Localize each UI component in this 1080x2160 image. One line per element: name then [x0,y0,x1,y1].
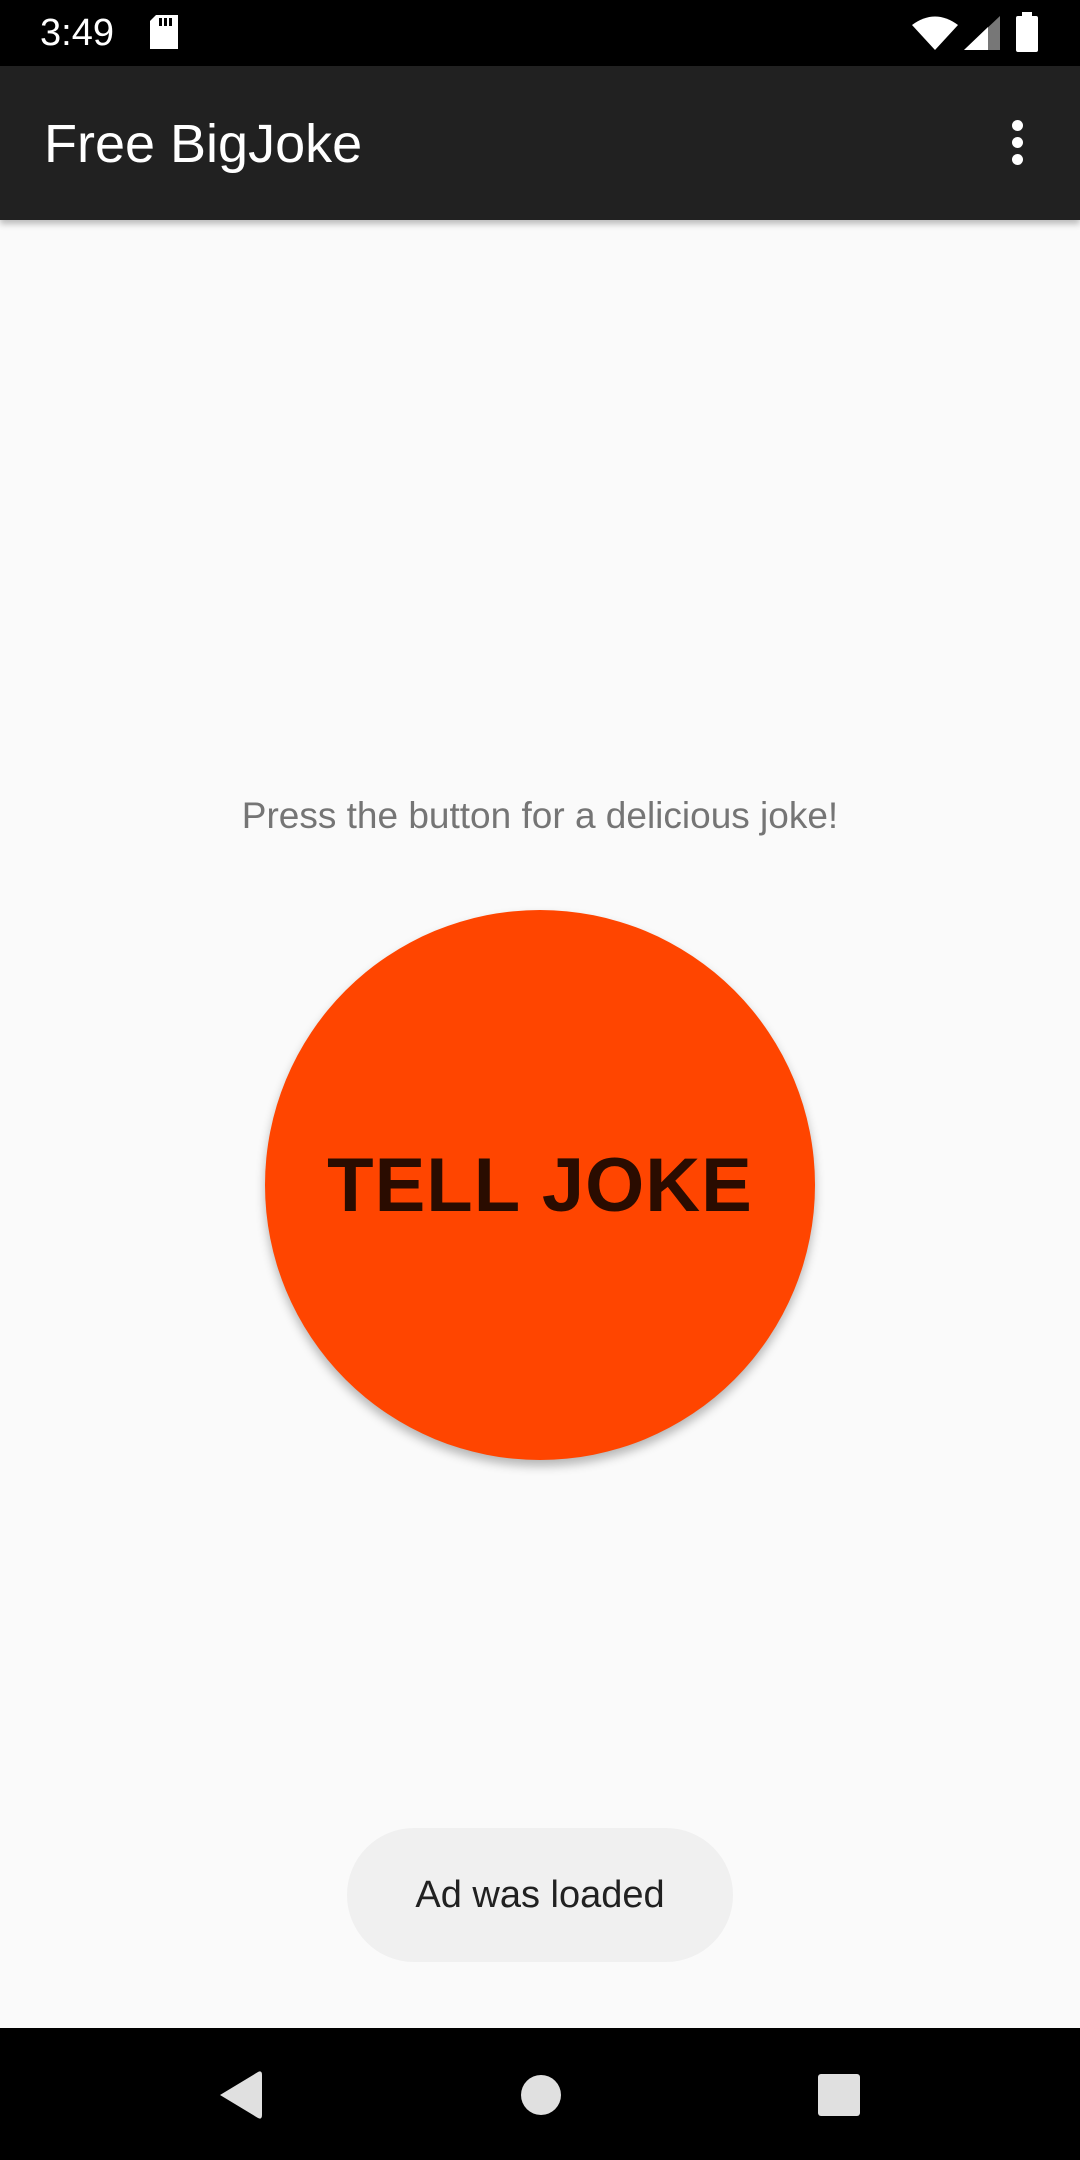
more-vert-icon-dot [1012,154,1023,165]
more-vert-icon [1012,120,1023,131]
wifi-icon [912,16,958,55]
status-time: 3:49 [40,12,114,54]
more-options-button[interactable] [990,106,1046,178]
status-bar: 3:49 [0,0,1080,66]
joke-prompt-text: Press the button for a delicious joke! [241,795,839,836]
signal-icon [964,16,1000,55]
battery-icon [1016,12,1038,57]
toast: Ad was loaded [347,1828,733,1962]
app-bar: Free BigJoke [0,66,1080,220]
recents-icon[interactable] [818,2074,860,2121]
back-icon[interactable] [216,2070,262,2125]
screen: 3:49 Free BigJoke Press the button for a… [0,0,1080,2160]
sd-card-icon [150,15,178,54]
tell-joke-button-label: TELL JOKE [327,1142,753,1228]
tell-joke-button[interactable]: TELL JOKE [265,910,815,1460]
app-title: Free BigJoke [44,114,363,174]
more-vert-icon-dot [1012,137,1023,148]
toast-message: Ad was loaded [415,1873,665,1916]
navigation-bar [0,2028,1080,2160]
home-icon[interactable] [520,2074,562,2121]
